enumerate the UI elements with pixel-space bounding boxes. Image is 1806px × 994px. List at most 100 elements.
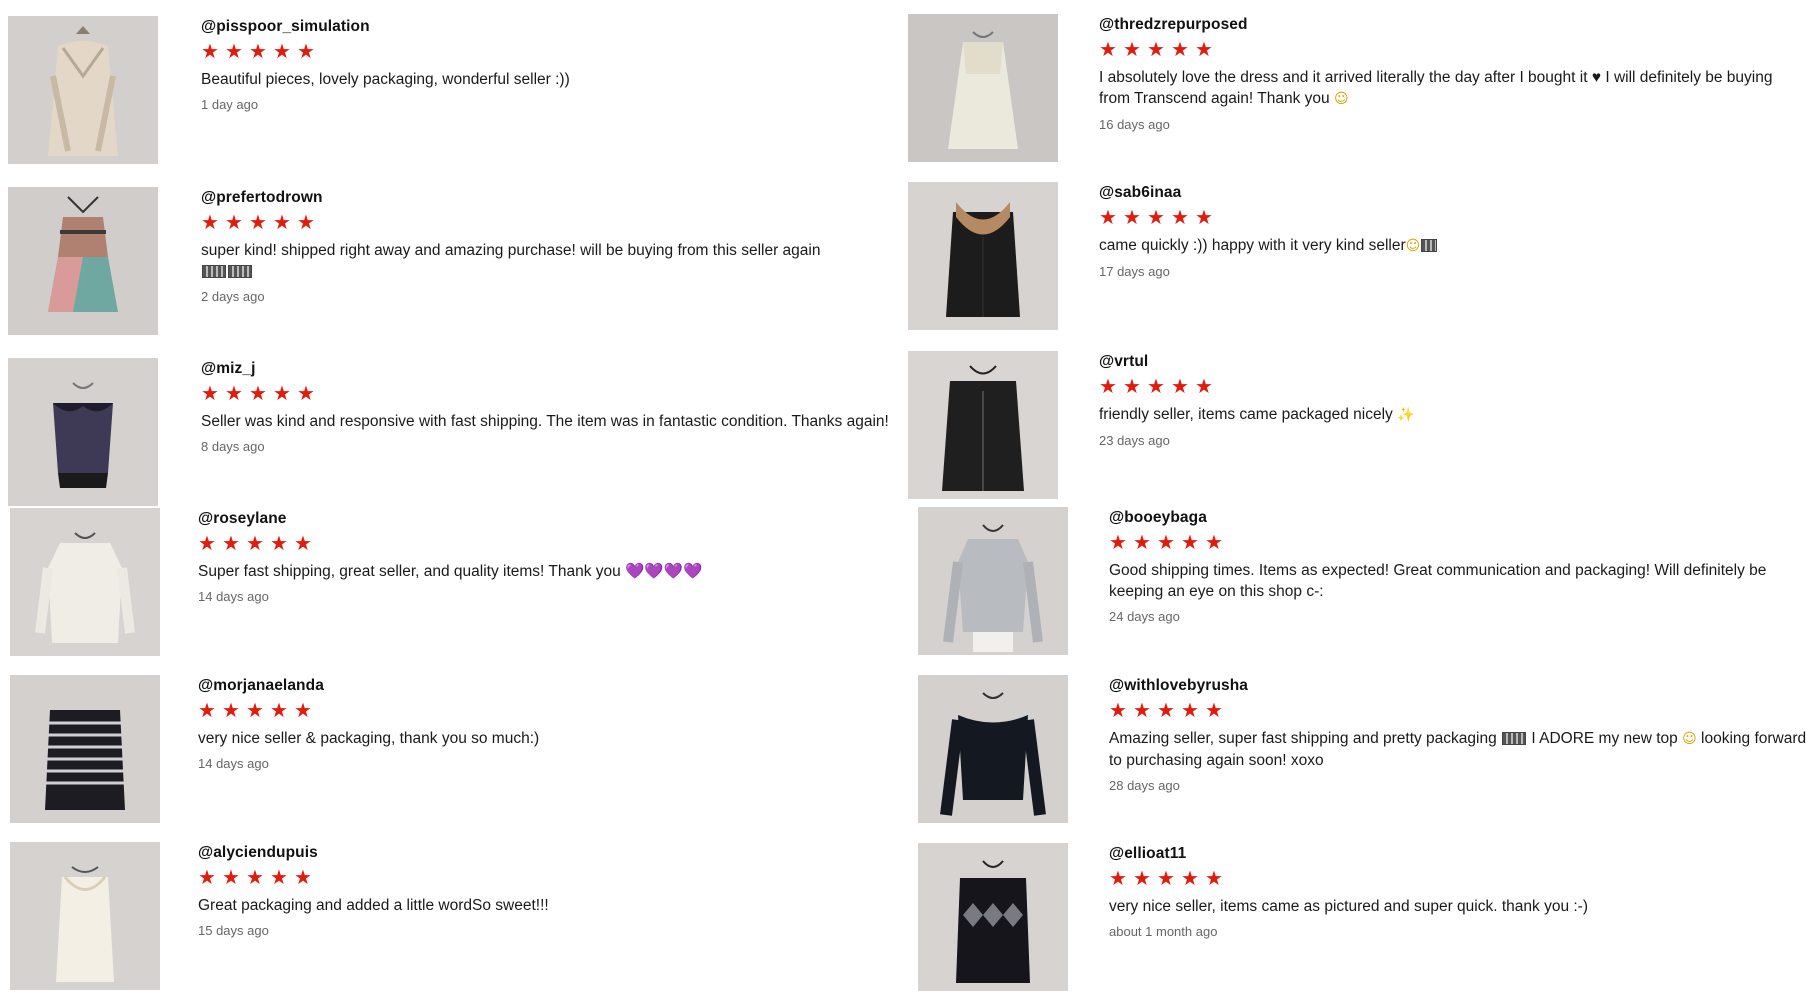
star-icon: ★ [297,39,315,63]
reviewer-handle[interactable]: @prefertodrown [201,189,901,207]
star-icon: ★ [1195,205,1213,229]
review-date: 15 days ago [198,923,269,938]
star-icon: ★ [1171,205,1189,229]
star-icon: ★ [1195,37,1213,61]
review-date: 28 days ago [1109,778,1180,793]
star-icon: ★ [270,698,288,722]
smiling-face-hearts-icon: ☺ [1682,731,1697,747]
star-icon: ★ [1099,37,1117,61]
item-thumbnail[interactable] [908,182,1058,330]
star-icon: ★ [1205,866,1223,890]
reviewer-handle[interactable]: @morjanaelanda [198,677,898,695]
star-icon: ★ [1123,205,1141,229]
purple-heart-icon: 💜💜💜💜 [625,563,703,580]
star-rating: ★ ★ ★ ★ ★ [1099,374,1799,398]
item-thumbnail[interactable] [918,843,1068,991]
star-icon: ★ [1099,205,1117,229]
star-rating: ★ ★ ★ ★ ★ [201,39,891,63]
star-rating: ★ ★ ★ ★ ★ [201,381,901,405]
review-comment: Seller was kind and responsive with fast… [201,413,889,430]
review-comment: friendly seller, items came packaged nic… [1099,406,1415,423]
star-rating: ★ ★ ★ ★ ★ [1109,698,1806,722]
star-icon: ★ [1133,866,1151,890]
star-icon: ★ [1099,374,1117,398]
item-thumbnail[interactable] [918,675,1068,823]
star-icon: ★ [294,865,312,889]
star-rating: ★ ★ ★ ★ ★ [198,698,898,722]
star-icon: ★ [249,39,267,63]
review-date: about 1 month ago [1109,924,1218,939]
reviewer-handle[interactable]: @roseylane [198,510,898,528]
reviewer-handle[interactable]: @ellioat11 [1109,845,1806,863]
reviewer-handle[interactable]: @pisspoor_simulation [201,18,891,36]
star-icon: ★ [1133,698,1151,722]
star-icon: ★ [222,865,240,889]
item-thumbnail[interactable] [8,358,158,506]
star-icon: ★ [294,698,312,722]
item-thumbnail[interactable] [10,842,160,990]
review-comment: Great packaging and added a little wordS… [198,897,549,914]
star-icon: ★ [198,698,216,722]
review-comment: very nice seller & packaging, thank you … [198,730,540,747]
star-icon: ★ [273,210,291,234]
star-icon: ★ [222,531,240,555]
reviewer-handle[interactable]: @sab6inaa [1099,184,1799,202]
item-thumbnail[interactable] [918,507,1068,655]
star-icon: ★ [1123,374,1141,398]
item-thumbnail[interactable] [10,508,160,656]
star-icon: ★ [1133,530,1151,554]
flag-emoji-icon [228,265,252,279]
star-icon: ★ [1181,530,1199,554]
review-comment: Super fast shipping, great seller, and q… [198,563,703,580]
star-icon: ★ [246,698,264,722]
review-date: 2 days ago [201,289,265,304]
star-rating: ★ ★ ★ ★ ★ [1099,205,1799,229]
star-icon: ★ [1181,866,1199,890]
review-date: 8 days ago [201,439,265,454]
star-icon: ★ [1205,530,1223,554]
star-icon: ★ [294,531,312,555]
item-thumbnail[interactable] [10,675,160,823]
star-icon: ★ [249,210,267,234]
star-icon: ★ [198,865,216,889]
star-icon: ★ [1171,374,1189,398]
reviewer-handle[interactable]: @booeybaga [1109,509,1806,527]
star-icon: ★ [1157,698,1175,722]
sparkles-icon: ✨ [1397,407,1415,423]
star-rating: ★ ★ ★ ★ ★ [1109,866,1806,890]
star-icon: ★ [1157,866,1175,890]
star-icon: ★ [1147,37,1165,61]
star-icon: ★ [1109,698,1127,722]
star-icon: ★ [201,381,219,405]
reviewer-handle[interactable]: @withlovebyrusha [1109,677,1806,695]
reviewer-handle[interactable]: @miz_j [201,360,901,378]
item-thumbnail[interactable] [8,16,158,164]
review-comment: Beautiful pieces, lovely packaging, wond… [201,71,570,88]
review-comment: came quickly :)) happy with it very kind… [1099,235,1799,257]
review-date: 17 days ago [1099,264,1170,279]
star-icon: ★ [1171,37,1189,61]
review-date: 23 days ago [1099,433,1170,448]
flag-emoji-icon [202,265,226,279]
star-icon: ★ [1181,698,1199,722]
smile-emoji-icon: ☺ [1333,91,1349,107]
star-icon: ★ [246,865,264,889]
star-icon: ★ [297,210,315,234]
item-thumbnail[interactable] [8,187,158,335]
reviewer-handle[interactable]: @thredzrepurposed [1099,16,1799,34]
star-icon: ★ [1109,866,1127,890]
star-icon: ★ [273,381,291,405]
reviewer-handle[interactable]: @vrtul [1099,353,1799,371]
star-icon: ★ [249,381,267,405]
item-thumbnail[interactable] [908,351,1058,499]
item-thumbnail[interactable] [908,14,1058,162]
star-rating: ★ ★ ★ ★ ★ [1109,530,1806,554]
reviewer-handle[interactable]: @alyciendupuis [198,844,898,862]
star-icon: ★ [222,698,240,722]
star-icon: ★ [201,39,219,63]
review-date: 1 day ago [201,97,259,112]
review-date: 16 days ago [1099,117,1170,132]
smile-emoji-icon: ☺ [1405,238,1421,254]
flag-emoji-icon [1421,239,1438,253]
star-icon: ★ [273,39,291,63]
